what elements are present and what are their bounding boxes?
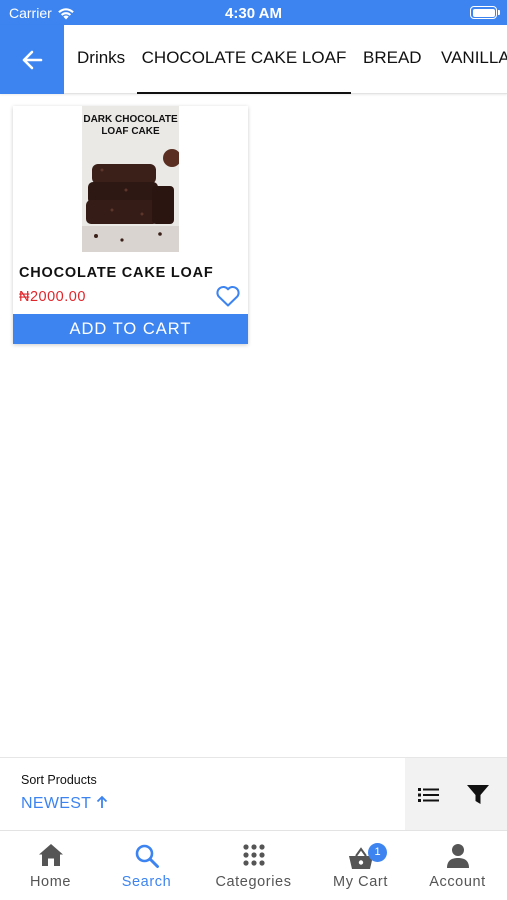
arrow-left-icon (22, 50, 43, 69)
nav-search[interactable]: Search (96, 831, 197, 900)
battery-icon (470, 6, 500, 19)
category-tabs: Drinks CHOCOLATE CAKE LOAF BREAD VANILLA (64, 25, 507, 94)
status-time: 4:30 AM (225, 5, 282, 22)
sort-value: NEWEST (21, 795, 91, 812)
back-button[interactable] (0, 25, 64, 94)
tab-drinks[interactable]: Drinks (77, 25, 125, 94)
nav-categories[interactable]: Categories (203, 831, 304, 900)
tab-vanilla[interactable]: VANILLA (441, 25, 507, 94)
nav-search-label: Search (121, 874, 172, 890)
nav-categories-label: Categories (215, 874, 292, 890)
product-price: ₦2000.00 (19, 289, 86, 305)
home-icon (38, 844, 63, 866)
grid-icon (242, 844, 265, 866)
nav-home[interactable]: Home (0, 831, 101, 900)
sort-label: Sort Products (21, 773, 97, 787)
tab-chocolate-cake-loaf[interactable]: CHOCOLATE CAKE LOAF (137, 25, 351, 94)
category-header: Drinks CHOCOLATE CAKE LOAF BREAD VANILLA (0, 25, 507, 94)
add-to-cart-button[interactable]: ADD TO CART (13, 314, 248, 344)
sort-selector[interactable]: NEWEST (21, 795, 108, 813)
nav-my-cart[interactable]: 1 My Cart (310, 831, 411, 900)
nav-account-label: Account (429, 874, 486, 890)
product-card[interactable]: DARK CHOCOLATE LOAF CAKE CHOCOLATE CAKE … (13, 106, 248, 344)
bottom-navigation: Home Search Categories 1 My Cart Account (0, 830, 507, 900)
nav-my-cart-label: My Cart (333, 874, 388, 890)
status-bar: Carrier 4:30 AM (0, 0, 507, 25)
tab-bread[interactable]: BREAD (363, 25, 422, 94)
product-name[interactable]: CHOCOLATE CAKE LOAF (19, 265, 214, 281)
product-image-caption: DARK CHOCOLATE LOAF CAKE (83, 114, 178, 137)
search-icon (135, 844, 159, 868)
cart-count-badge: 1 (368, 843, 387, 862)
filter-icon[interactable] (466, 784, 490, 806)
list-view-icon[interactable] (418, 786, 440, 804)
view-tools (405, 758, 507, 831)
product-image[interactable]: DARK CHOCOLATE LOAF CAKE (82, 106, 179, 252)
sort-bar: Sort Products NEWEST (0, 757, 507, 831)
heart-outline-icon[interactable] (215, 284, 241, 308)
arrow-up-icon (96, 795, 107, 808)
person-icon (446, 844, 469, 868)
nav-home-label: Home (29, 874, 72, 890)
nav-account[interactable]: Account (407, 831, 507, 900)
